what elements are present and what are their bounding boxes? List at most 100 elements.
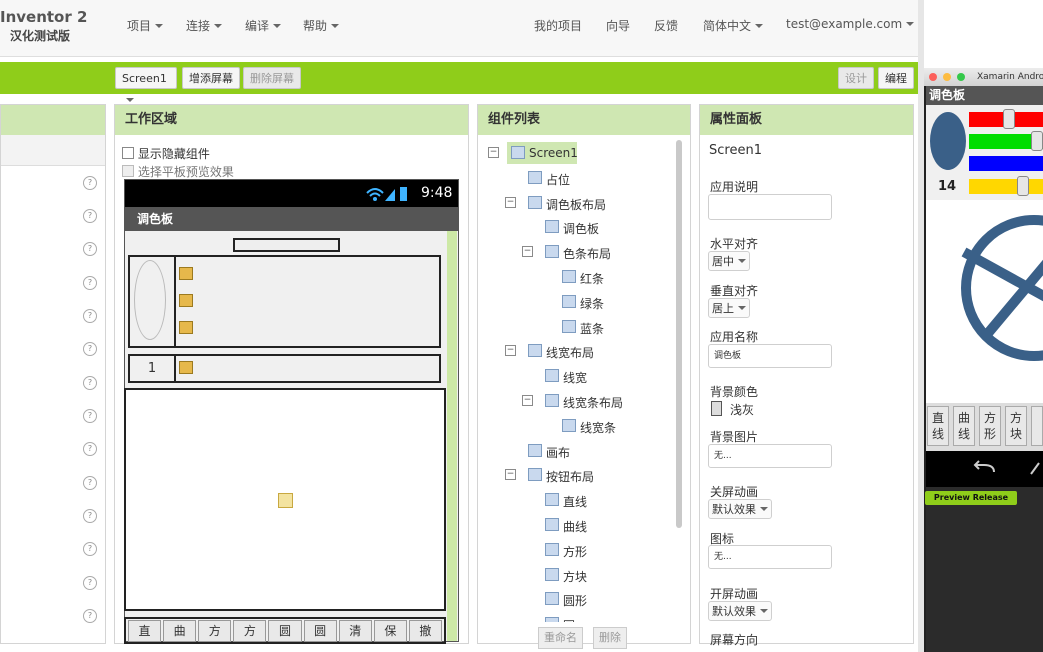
my-projects-link[interactable]: 我的项目	[534, 17, 582, 34]
tree-node[interactable]: 线宽条	[486, 415, 671, 437]
tree-node[interactable]: 线宽	[486, 365, 671, 387]
help-icon[interactable]: ?	[83, 509, 97, 523]
valign-select[interactable]: 居上	[708, 298, 750, 318]
button-filled-rect[interactable]: 方	[233, 620, 267, 642]
emulator-line-width: 14	[938, 179, 957, 194]
back-icon[interactable]	[970, 460, 998, 478]
feedback-link[interactable]: 反馈	[654, 17, 678, 34]
help-icon[interactable]: ?	[83, 609, 97, 623]
help-icon[interactable]: ?	[83, 376, 97, 390]
help-icon[interactable]: ?	[83, 242, 97, 256]
maximize-window-icon[interactable]	[957, 73, 965, 81]
menu-help[interactable]: 帮助	[303, 17, 340, 34]
collapse-toggle-icon[interactable]: −	[522, 395, 533, 406]
emulator-canvas[interactable]	[926, 200, 1043, 403]
bgimage-picker[interactable]: 无...	[708, 444, 832, 468]
delete-button[interactable]: 删除	[593, 627, 627, 649]
tree-node[interactable]: − 调色板布局	[486, 192, 671, 214]
button-clear[interactable]: 清	[338, 620, 372, 642]
show-hidden-option[interactable]: 显示隐藏组件	[122, 145, 210, 162]
tablet-preview-option[interactable]: 选择平板预览效果	[122, 163, 234, 180]
show-hidden-checkbox[interactable]	[122, 147, 134, 159]
minimize-window-icon[interactable]	[943, 73, 951, 81]
blue-slider[interactable]	[969, 156, 1043, 171]
emu-more-button[interactable]	[1031, 406, 1043, 446]
tree-node[interactable]: 直线	[486, 489, 671, 511]
close-anim-select[interactable]: 默认效果	[708, 499, 772, 519]
components-scrollbar[interactable]	[676, 140, 682, 528]
add-screen-button[interactable]: 增添屏幕	[182, 67, 240, 89]
button-line[interactable]: 直	[128, 620, 162, 642]
help-icon[interactable]: ?	[83, 309, 97, 323]
emu-line-button[interactable]: 直线	[927, 406, 949, 446]
guide-link[interactable]: 向导	[606, 17, 630, 34]
help-icon[interactable]: ?	[83, 209, 97, 223]
tree-node[interactable]: − 色条布局	[486, 241, 671, 263]
icon-picker[interactable]: 无...	[708, 545, 832, 569]
remove-screen-button[interactable]: 删除屏幕	[243, 67, 301, 89]
tree-node[interactable]: 红条	[486, 266, 671, 288]
menu-project[interactable]: 项目	[127, 17, 164, 34]
tree-node[interactable]: 画布	[486, 440, 671, 462]
tree-node[interactable]: 蓝条	[486, 316, 671, 338]
tree-node[interactable]: 方形	[486, 539, 671, 561]
emu-filled-rect-button[interactable]: 方块	[1005, 406, 1027, 446]
help-icon[interactable]: ?	[83, 342, 97, 356]
collapse-toggle-icon[interactable]: −	[505, 345, 516, 357]
emu-curve-button[interactable]: 曲线	[953, 406, 975, 446]
button-rect[interactable]: 方	[198, 620, 232, 642]
slider-thumb[interactable]	[1017, 176, 1029, 196]
open-anim-label: 开屏动画	[710, 587, 759, 601]
halign-select[interactable]: 居中	[708, 251, 750, 271]
help-icon[interactable]: ?	[83, 442, 97, 456]
collapse-toggle-icon[interactable]: −	[488, 147, 499, 158]
appname-input[interactable]: 调色板	[708, 344, 832, 368]
tree-node[interactable]: 方块	[486, 564, 671, 586]
help-icon[interactable]: ?	[83, 542, 97, 556]
tree-node[interactable]: − Screen1	[486, 142, 671, 164]
tree-node[interactable]: − 按钮布局	[486, 464, 671, 486]
tree-node[interactable]: 曲线	[486, 514, 671, 536]
help-icon[interactable]: ?	[83, 409, 97, 423]
tree-node[interactable]: 绿条	[486, 291, 671, 313]
line-width-slider[interactable]	[969, 179, 1043, 194]
help-icon[interactable]: ?	[83, 276, 97, 290]
collapse-toggle-icon[interactable]: −	[505, 196, 516, 208]
help-icon[interactable]: ?	[83, 476, 97, 490]
account-menu[interactable]: test@example.com	[786, 17, 915, 31]
slider-thumb[interactable]	[1003, 109, 1015, 129]
collapse-toggle-icon[interactable]: −	[522, 246, 533, 258]
tree-node[interactable]: 圆形	[486, 588, 671, 610]
collapse-toggle-icon[interactable]: −	[505, 469, 516, 481]
tree-node[interactable]: 圆	[486, 613, 671, 622]
designer-button[interactable]: 设计	[838, 67, 874, 89]
screen-select[interactable]: Screen1	[115, 67, 177, 102]
button-curve[interactable]: 曲	[163, 620, 197, 642]
language-menu[interactable]: 简体中文	[703, 17, 764, 34]
tree-node[interactable]: − 线宽条布局	[486, 390, 671, 412]
menu-connect[interactable]: 连接	[186, 17, 223, 34]
tree-node[interactable]: 调色板	[486, 216, 671, 238]
close-window-icon[interactable]	[929, 73, 937, 81]
bgcolor-value[interactable]: 浅灰	[730, 401, 754, 418]
phone-scrollbar[interactable]	[447, 231, 457, 641]
help-icon[interactable]: ?	[83, 576, 97, 590]
tree-node[interactable]: 占位	[486, 167, 671, 189]
open-anim-select[interactable]: 默认效果	[708, 601, 772, 621]
about-textarea[interactable]	[708, 194, 832, 220]
emu-rect-button[interactable]: 方形	[979, 406, 1001, 446]
help-icon[interactable]: ?	[83, 176, 97, 190]
slider-thumb[interactable]	[1031, 131, 1043, 151]
button-undo[interactable]: 撤	[408, 620, 442, 642]
rename-button[interactable]: 重命名	[538, 627, 583, 649]
blocks-button[interactable]: 编程	[878, 67, 914, 89]
bgcolor-swatch[interactable]	[711, 401, 722, 416]
button-save[interactable]: 保	[373, 620, 407, 642]
tree-node[interactable]: − 线宽布局	[486, 340, 671, 362]
menu-build[interactable]: 编译	[245, 17, 282, 34]
button-circle[interactable]: 圆	[268, 620, 302, 642]
app-subtitle: 汉化测试版	[10, 29, 71, 43]
home-icon[interactable]	[1029, 460, 1043, 478]
button-filled-circle[interactable]: 圆	[303, 620, 337, 642]
tablet-preview-checkbox[interactable]	[122, 165, 134, 177]
